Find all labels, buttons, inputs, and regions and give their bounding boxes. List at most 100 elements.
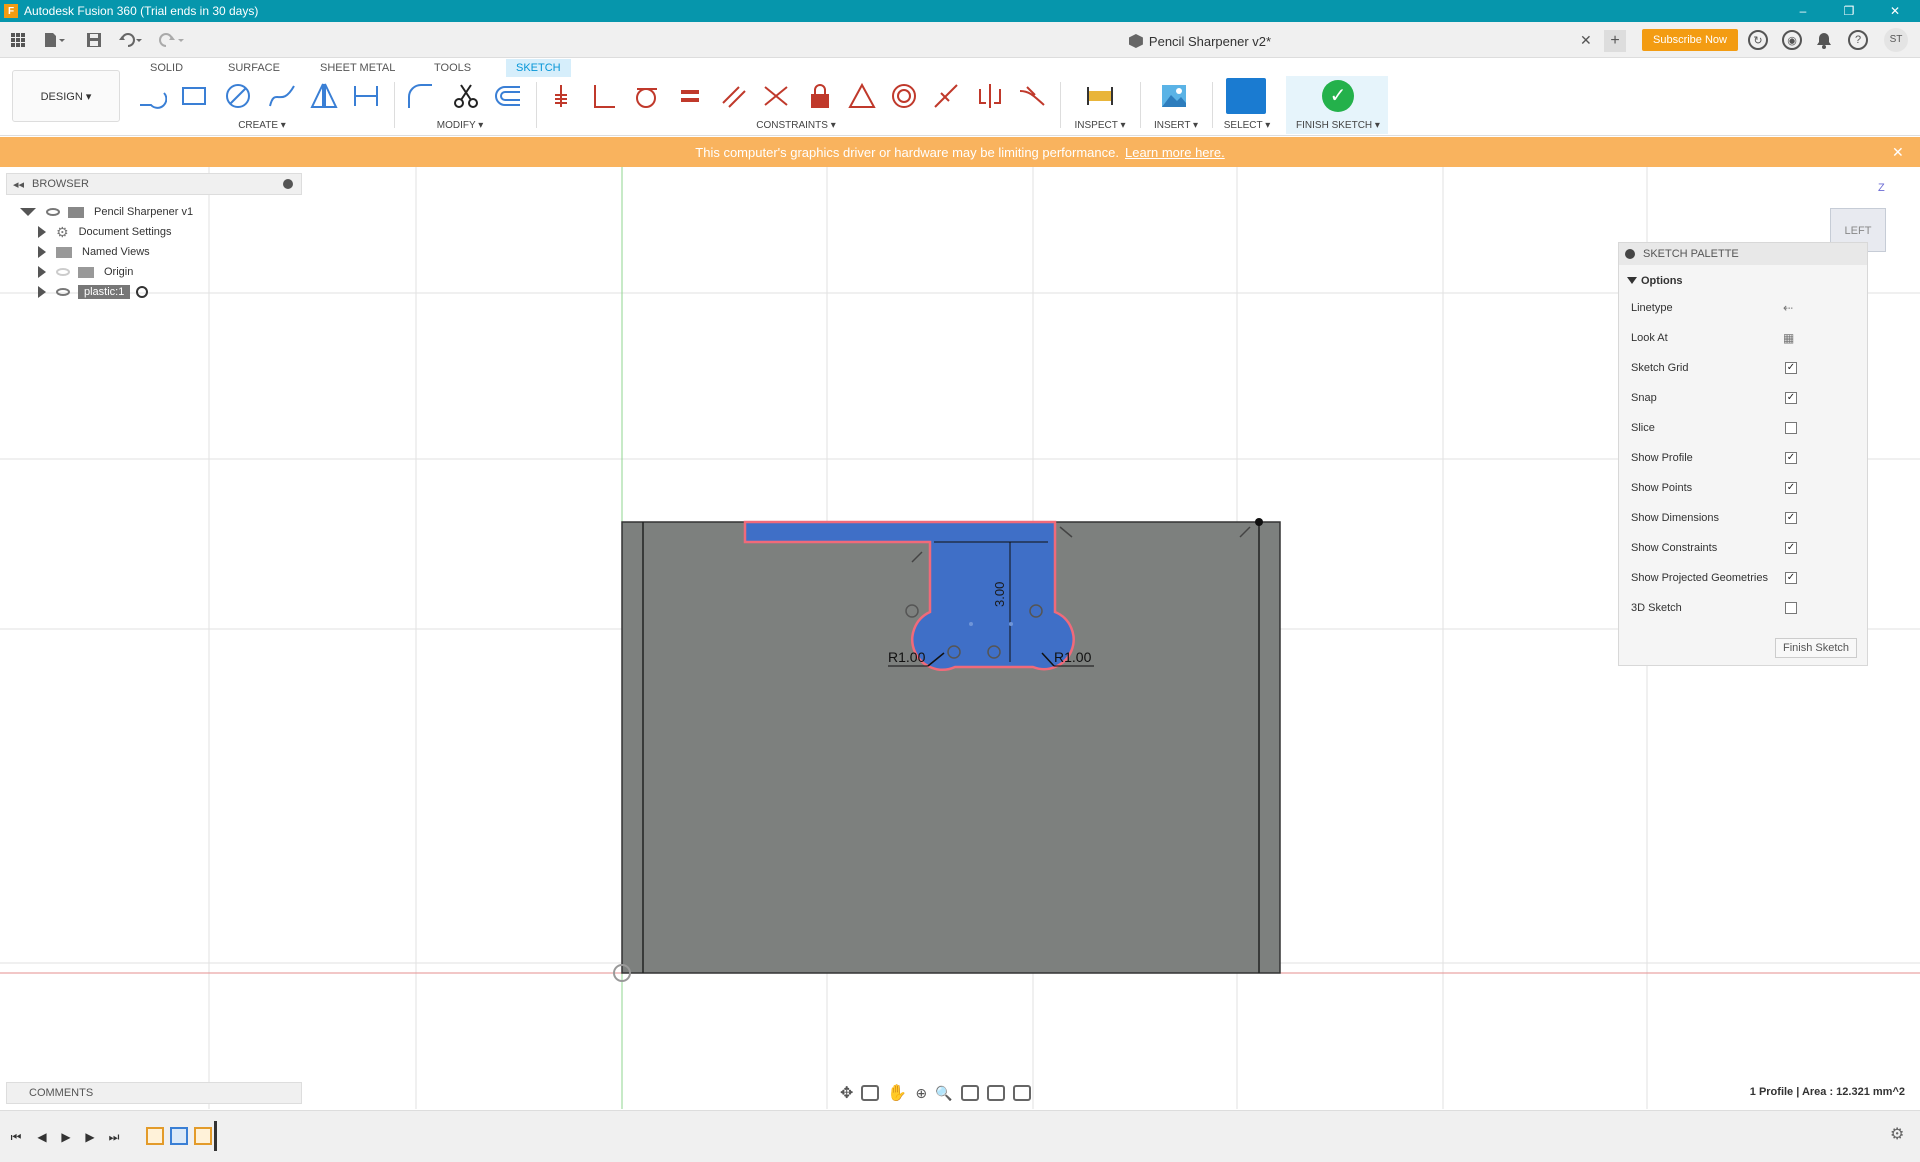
notifications-icon[interactable]	[1814, 30, 1834, 50]
workspace-design-button[interactable]: DESIGN ▾	[12, 70, 120, 122]
tab-tools[interactable]: TOOLS	[430, 59, 475, 77]
finish-sketch-menu[interactable]: FINISH SKETCH ▾	[1290, 120, 1386, 131]
options-section[interactable]: Options	[1627, 275, 1683, 287]
expand-icon[interactable]	[20, 208, 36, 216]
palette-option-show-points[interactable]: Show Points ✓	[1619, 473, 1867, 503]
minimize-button[interactable]: –	[1780, 0, 1826, 22]
timeline-marker[interactable]	[214, 1121, 217, 1151]
tree-item-document-settings[interactable]: ⚙ Document Settings	[38, 221, 172, 243]
palette-option-look-at[interactable]: Look At ▦	[1619, 323, 1867, 353]
palette-checkbox[interactable]	[1785, 602, 1797, 614]
timeline-sketch-feature-icon[interactable]	[146, 1127, 164, 1145]
triangle-constraint-icon[interactable]	[846, 80, 878, 112]
sketch-palette-header[interactable]: SKETCH PALETTE	[1619, 243, 1867, 265]
finish-sketch-check-icon[interactable]: ✓	[1322, 80, 1354, 112]
expand-icon[interactable]	[38, 246, 46, 258]
timeline-extrude-feature-icon[interactable]	[170, 1127, 188, 1145]
fix-lock-icon[interactable]	[804, 80, 836, 112]
tab-sheet-metal[interactable]: SHEET METAL	[316, 59, 399, 77]
select-tool-icon[interactable]	[1226, 78, 1266, 114]
expand-icon[interactable]	[38, 286, 46, 298]
orbit-icon[interactable]: ✥	[840, 1083, 853, 1103]
trim-tool-icon[interactable]	[450, 80, 482, 112]
timeline-prev-button[interactable]: ◀	[34, 1129, 50, 1145]
help-icon[interactable]: ?	[1848, 30, 1868, 50]
tree-item-named-views[interactable]: Named Views	[38, 241, 150, 263]
constraints-menu[interactable]: CONSTRAINTS ▾	[746, 120, 846, 131]
comments-panel[interactable]: COMMENTS	[6, 1082, 302, 1104]
inspect-menu[interactable]: INSPECT ▾	[1072, 120, 1128, 131]
palette-checkbox[interactable]: ✓	[1785, 572, 1797, 584]
timeline-sketch-feature-icon[interactable]	[194, 1127, 212, 1145]
create-menu[interactable]: CREATE ▾	[222, 120, 302, 131]
visibility-eye-icon[interactable]	[56, 268, 70, 276]
redo-icon[interactable]	[156, 28, 188, 52]
rectangle-tool-icon[interactable]	[178, 80, 210, 112]
spline-tool-icon[interactable]	[266, 80, 298, 112]
timeline-next-button[interactable]: ▶	[82, 1129, 98, 1145]
tree-item-origin[interactable]: Origin	[38, 261, 133, 283]
document-tab[interactable]: Pencil Sharpener v2*	[800, 26, 1600, 56]
browser-header[interactable]: ◂◂ BROWSER	[6, 173, 302, 195]
tab-surface[interactable]: SURFACE	[224, 59, 284, 77]
expand-icon[interactable]	[38, 266, 46, 278]
measure-ruler-icon[interactable]	[1084, 80, 1116, 112]
coincident-constraint-icon[interactable]	[546, 80, 578, 112]
timeline-first-button[interactable]: ⏮	[8, 1129, 24, 1145]
palette-checkbox[interactable]	[1785, 422, 1797, 434]
circle-tool-icon[interactable]	[222, 80, 254, 112]
collinear-constraint-icon[interactable]	[760, 80, 792, 112]
activate-component-icon[interactable]	[136, 286, 149, 298]
palette-checkbox[interactable]: ✓	[1785, 542, 1797, 554]
perpendicular-constraint-icon[interactable]	[588, 80, 620, 112]
extensions-icon[interactable]: ↻	[1748, 30, 1768, 50]
equal-constraint-icon[interactable]	[674, 80, 706, 112]
palette-option-show-dimensions[interactable]: Show Dimensions ✓	[1619, 503, 1867, 533]
user-avatar[interactable]: ST	[1884, 28, 1908, 52]
tangent-constraint-icon[interactable]	[630, 80, 662, 112]
palette-option-sketch-grid[interactable]: Sketch Grid ✓	[1619, 353, 1867, 383]
fillet-tool-icon[interactable]	[404, 80, 436, 112]
visibility-eye-icon[interactable]	[56, 288, 70, 296]
grid-settings-icon[interactable]	[986, 1085, 1005, 1101]
palette-option-snap[interactable]: Snap ✓	[1619, 383, 1867, 413]
palette-option-3d-sketch[interactable]: 3D Sketch	[1619, 593, 1867, 623]
subscribe-button[interactable]: Subscribe Now	[1642, 29, 1738, 51]
palette-checkbox[interactable]: ✓	[1785, 512, 1797, 524]
dimension-tool-icon[interactable]	[350, 80, 382, 112]
expand-icon[interactable]	[38, 226, 46, 238]
undo-icon[interactable]	[116, 28, 148, 52]
palette-checkbox[interactable]: ✓	[1785, 362, 1797, 374]
palette-collapse-icon[interactable]	[1625, 249, 1635, 259]
palette-checkbox[interactable]: ✓	[1785, 482, 1797, 494]
close-document-icon[interactable]: ✕	[1580, 32, 1592, 49]
palette-checkbox[interactable]: ✓	[1785, 452, 1797, 464]
insert-image-icon[interactable]	[1158, 80, 1190, 112]
linetype-icon[interactable]: ⇠	[1783, 301, 1793, 315]
symmetry-constraint-icon[interactable]	[974, 80, 1006, 112]
palette-checkbox[interactable]: ✓	[1785, 392, 1797, 404]
palette-option-linetype[interactable]: Linetype ⇠	[1619, 293, 1867, 323]
concentric-constraint-icon[interactable]	[888, 80, 920, 112]
palette-option-show-projected-geometries[interactable]: Show Projected Geometries ✓	[1619, 563, 1867, 593]
restore-button[interactable]: ❐	[1826, 0, 1872, 22]
midpoint-constraint-icon[interactable]	[930, 80, 962, 112]
learn-more-link[interactable]: Learn more here.	[1125, 145, 1225, 160]
zoom-window-icon[interactable]: 🔍	[935, 1085, 952, 1102]
tree-item-plastic[interactable]: plastic:1	[38, 281, 149, 303]
collapse-browser-icon[interactable]: ◂◂	[13, 178, 24, 191]
close-banner-icon[interactable]: ✕	[1892, 144, 1904, 161]
palette-option-show-constraints[interactable]: Show Constraints ✓	[1619, 533, 1867, 563]
select-menu[interactable]: SELECT ▾	[1218, 120, 1276, 131]
timeline-last-button[interactable]: ⏭	[106, 1129, 122, 1145]
timeline-play-button[interactable]: ▶	[58, 1129, 74, 1145]
palette-option-slice[interactable]: Slice	[1619, 413, 1867, 443]
browser-pin-icon[interactable]	[283, 179, 293, 189]
look-at-icon[interactable]	[861, 1085, 880, 1101]
pan-icon[interactable]: ✋	[887, 1083, 907, 1103]
tree-root-item[interactable]: Pencil Sharpener v1	[20, 201, 193, 223]
visibility-eye-icon[interactable]	[46, 208, 60, 216]
save-icon[interactable]	[84, 28, 104, 52]
look-at-icon[interactable]: ▦	[1783, 331, 1794, 345]
offset-tool-icon[interactable]	[492, 80, 524, 112]
